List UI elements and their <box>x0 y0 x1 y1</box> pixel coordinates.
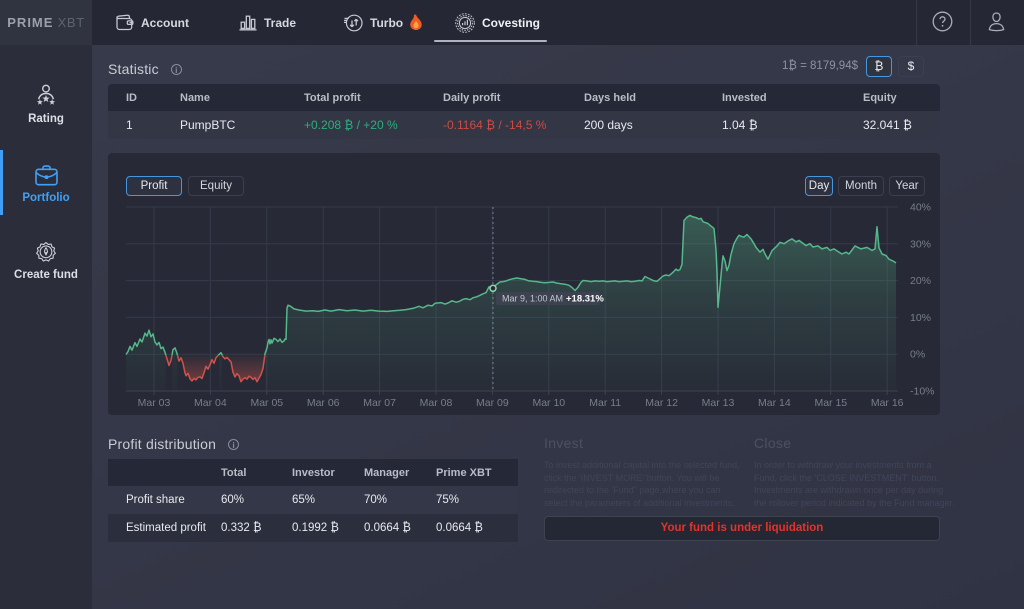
svg-text:Mar 16: Mar 16 <box>871 397 904 409</box>
svg-text:Mar 03: Mar 03 <box>138 397 171 409</box>
svg-text:-10%: -10% <box>910 386 935 398</box>
svg-text:40%: 40% <box>910 202 931 214</box>
svg-text:0%: 0% <box>910 349 925 361</box>
svg-text:Mar 05: Mar 05 <box>250 397 283 409</box>
svg-text:Mar 9, 1:00 AM: Mar 9, 1:00 AM <box>502 294 563 304</box>
svg-text:Mar 09: Mar 09 <box>476 397 509 409</box>
svg-text:Mar 12: Mar 12 <box>645 397 678 409</box>
svg-text:Mar 07: Mar 07 <box>363 397 396 409</box>
svg-text:30%: 30% <box>910 238 931 250</box>
svg-text:Mar 04: Mar 04 <box>194 397 227 409</box>
svg-text:Mar 13: Mar 13 <box>702 397 735 409</box>
svg-text:20%: 20% <box>910 275 931 287</box>
svg-text:Mar 11: Mar 11 <box>589 397 621 409</box>
svg-text:Mar 14: Mar 14 <box>758 397 791 409</box>
svg-text:Mar 08: Mar 08 <box>420 397 453 409</box>
svg-text:+18.31%: +18.31% <box>566 294 604 305</box>
svg-text:Mar 06: Mar 06 <box>307 397 340 409</box>
svg-text:Mar 10: Mar 10 <box>532 397 565 409</box>
svg-text:10%: 10% <box>910 312 931 324</box>
svg-text:Mar 15: Mar 15 <box>814 397 847 409</box>
